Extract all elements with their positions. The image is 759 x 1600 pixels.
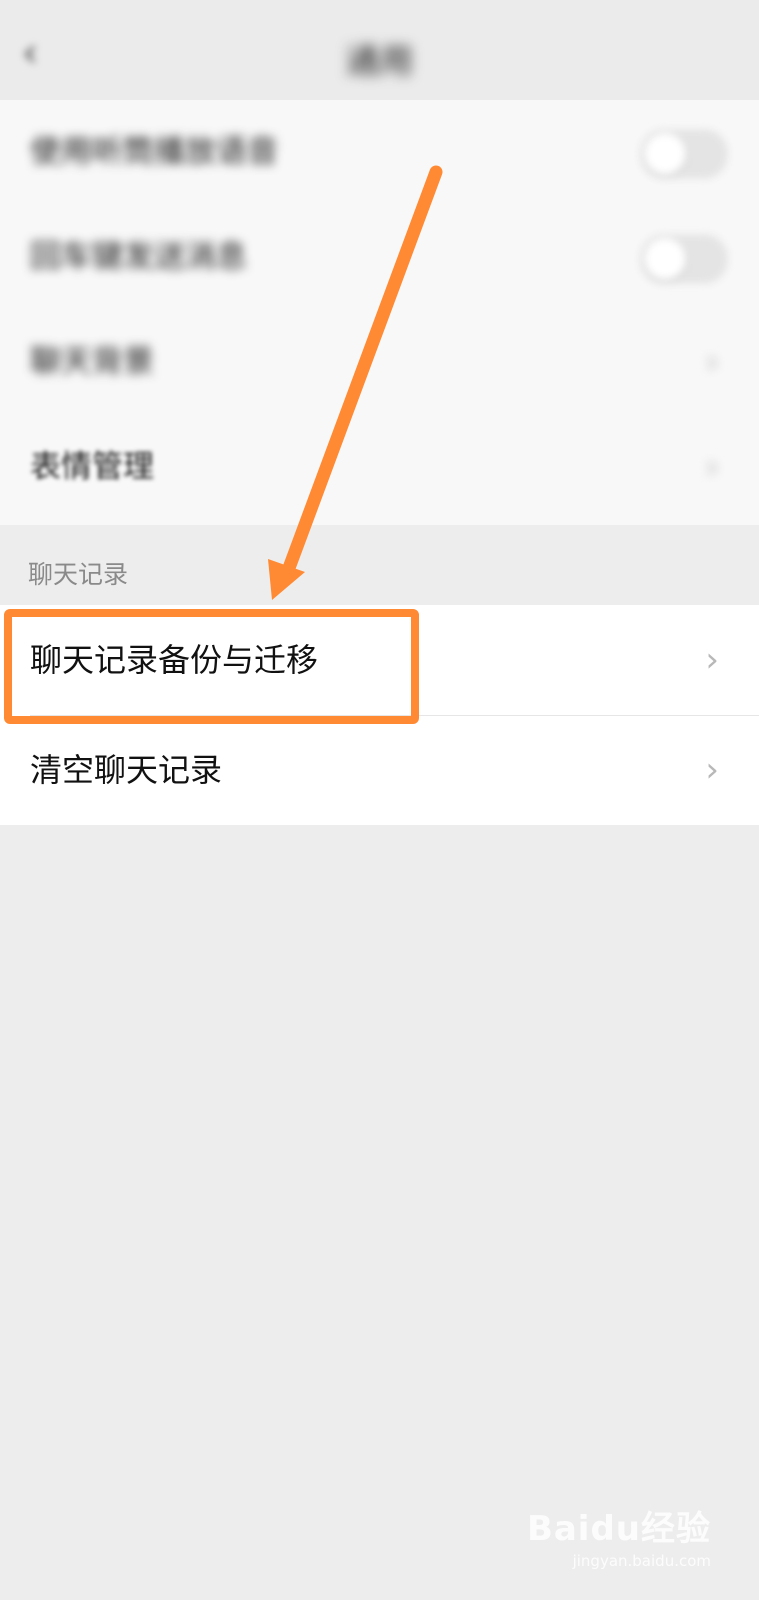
watermark: Baidu经验 jingyan.baidu.com — [527, 1501, 711, 1570]
watermark-url: jingyan.baidu.com — [572, 1552, 711, 1570]
annotation-arrow-icon — [268, 165, 443, 600]
watermark-logo: Baidu经验 — [526, 1509, 711, 1549]
